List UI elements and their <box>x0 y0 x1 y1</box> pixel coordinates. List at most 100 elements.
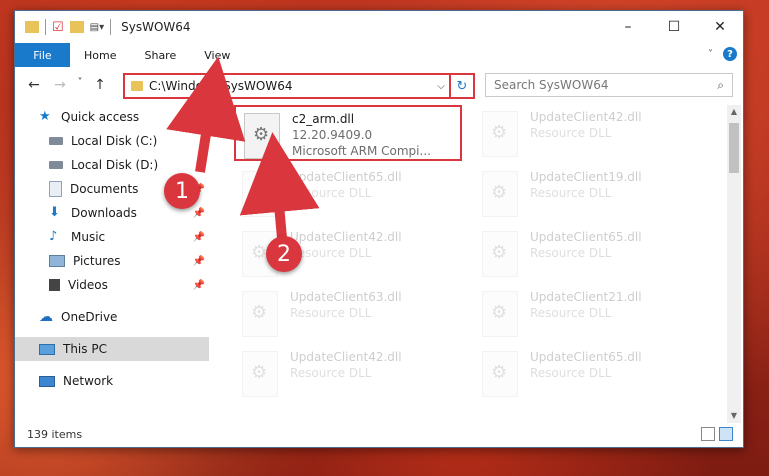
drive-icon <box>49 137 63 145</box>
documents-icon <box>49 181 62 197</box>
videos-icon <box>49 279 60 291</box>
file-name: UpdateClient63.dll <box>290 290 402 304</box>
sidebar-item-onedrive[interactable]: ☁ OneDrive <box>15 305 209 329</box>
scroll-up-icon[interactable]: ▲ <box>727 105 741 119</box>
forward-button[interactable]: → <box>47 77 73 93</box>
file-item-c2-arm[interactable]: c2_arm.dll 12.20.9409.0 Microsoft ARM Co… <box>234 105 462 161</box>
sidebar-item-pictures[interactable]: Pictures 📌 <box>15 249 209 273</box>
dll-file-icon <box>482 111 518 157</box>
scrollbar-thumb[interactable] <box>729 123 739 173</box>
recent-locations-button[interactable]: ˅ <box>73 77 87 93</box>
dll-file-icon <box>482 291 518 337</box>
dll-file-icon <box>242 171 278 217</box>
file-name: UpdateClient65.dll <box>530 350 642 364</box>
folder-icon <box>131 81 143 91</box>
quick-access-toolbar: ☑ ▤▾ <box>15 19 112 35</box>
sidebar-item-label: Videos <box>68 278 108 292</box>
file-name: UpdateClient65.dll <box>530 230 642 244</box>
status-item-count: 139 items <box>27 428 83 441</box>
pin-icon[interactable]: 📌 <box>193 208 205 219</box>
address-bar[interactable]: C:\Windows\SysWOW64 ⌵ ↻ <box>123 73 475 99</box>
address-row: ← → ˅ ↑ C:\Windows\SysWOW64 ⌵ ↻ Search S… <box>15 69 743 101</box>
scroll-down-icon[interactable]: ▼ <box>727 409 741 423</box>
file-name: UpdateClient19.dll <box>530 170 642 184</box>
ribbon-tabs: File Home Share View ˅ ? <box>15 43 743 67</box>
sidebar-item-label: This PC <box>63 342 107 356</box>
sidebar-item-label: Downloads <box>71 206 137 220</box>
address-path[interactable]: C:\Windows\SysWOW64 <box>149 79 433 93</box>
file-item[interactable]: UpdateClient42.dll Resource DLL <box>474 105 702 161</box>
file-item[interactable]: UpdateClient21.dll Resource DLL <box>474 285 702 341</box>
file-description: Resource DLL <box>530 366 612 380</box>
file-item[interactable]: UpdateClient65.dll Resource DLL <box>474 345 702 401</box>
file-name: UpdateClient21.dll <box>530 290 642 304</box>
large-icons-view-icon[interactable] <box>719 427 733 441</box>
dll-file-icon <box>482 171 518 217</box>
file-item[interactable]: UpdateClient42.dll Resource DLL <box>234 345 462 401</box>
up-button[interactable]: ↑ <box>87 77 113 93</box>
sidebar-item-label: Pictures <box>73 254 121 268</box>
minimize-button[interactable]: – <box>605 11 651 43</box>
file-description: Resource DLL <box>290 246 372 260</box>
sidebar-item-label: Local Disk (D:) <box>71 158 159 172</box>
vertical-scrollbar[interactable]: ▲ ▼ <box>727 105 741 423</box>
sidebar-item-label: Local Disk (C:) <box>71 134 158 148</box>
pin-icon[interactable]: 📌 <box>193 232 205 243</box>
tab-share[interactable]: Share <box>130 49 190 62</box>
tab-home[interactable]: Home <box>70 49 130 62</box>
chevron-down-icon[interactable]: ⌵ <box>433 81 449 92</box>
details-view-icon[interactable] <box>701 427 715 441</box>
file-item[interactable]: UpdateClient19.dll Resource DLL <box>474 165 702 221</box>
computer-icon <box>39 343 55 355</box>
expand-ribbon-icon[interactable]: ˅ <box>708 49 713 60</box>
file-description: Resource DLL <box>530 246 612 260</box>
sidebar-item-music[interactable]: ♪ Music 📌 <box>15 225 209 249</box>
sidebar-item-label: Documents <box>70 182 139 196</box>
close-button[interactable]: ✕ <box>697 11 743 43</box>
dll-file-icon <box>242 351 278 397</box>
customize-toolbar-icon[interactable]: ▤▾ <box>90 22 104 33</box>
sidebar-item-this-pc[interactable]: This PC <box>15 337 209 361</box>
search-icon: ⌕ <box>717 77 724 92</box>
divider <box>110 19 112 35</box>
tab-file[interactable]: File <box>15 43 70 67</box>
file-name: UpdateClient42.dll <box>290 350 402 364</box>
sidebar-item-label: OneDrive <box>61 310 118 324</box>
search-placeholder: Search SysWOW64 <box>494 78 609 92</box>
star-icon: ★ <box>39 109 51 124</box>
dll-file-icon <box>244 113 280 159</box>
sidebar-item-network[interactable]: Network <box>15 369 209 393</box>
back-button[interactable]: ← <box>21 77 47 93</box>
file-name: c2_arm.dll <box>292 112 355 126</box>
help-icon[interactable]: ? <box>723 47 737 61</box>
file-description: Resource DLL <box>290 366 372 380</box>
search-input[interactable]: Search SysWOW64 ⌕ <box>485 73 733 97</box>
navigation-pane: ★ Quick access Local Disk (C:) Local Dis… <box>15 105 209 423</box>
sidebar-item-label: Network <box>63 374 114 388</box>
music-icon: ♪ <box>49 229 58 244</box>
refresh-button[interactable]: ↻ <box>449 75 473 97</box>
dll-file-icon <box>482 351 518 397</box>
title-bar: ☑ ▤▾ SysWOW64 – ☐ ✕ <box>15 11 743 43</box>
file-version: 12.20.9409.0 <box>292 128 373 142</box>
tab-view[interactable]: View <box>190 49 244 62</box>
folder-icon <box>25 21 39 33</box>
network-icon <box>39 375 55 387</box>
file-description: Resource DLL <box>530 126 612 140</box>
properties-icon[interactable]: ☑ <box>52 20 64 35</box>
pin-icon[interactable]: 📌 <box>193 280 205 291</box>
file-item[interactable]: UpdateClient65.dll Resource DLL <box>474 225 702 281</box>
sidebar-item-quick-access[interactable]: ★ Quick access <box>15 105 209 129</box>
file-item[interactable]: UpdateClient63.dll Resource DLL <box>234 285 462 341</box>
file-item[interactable]: UpdateClient65.dll Resource DLL <box>234 165 462 221</box>
maximize-button[interactable]: ☐ <box>651 11 697 43</box>
sidebar-item-videos[interactable]: Videos 📌 <box>15 273 209 297</box>
pin-icon[interactable]: 📌 <box>193 256 205 267</box>
dll-file-icon <box>482 231 518 277</box>
sidebar-item-local-disk-c[interactable]: Local Disk (C:) <box>15 129 209 153</box>
file-description: Resource DLL <box>530 186 612 200</box>
download-icon: ⬇ <box>49 205 60 220</box>
dll-file-icon <box>242 291 278 337</box>
file-description: Resource DLL <box>290 306 372 320</box>
new-folder-icon[interactable] <box>69 21 84 33</box>
